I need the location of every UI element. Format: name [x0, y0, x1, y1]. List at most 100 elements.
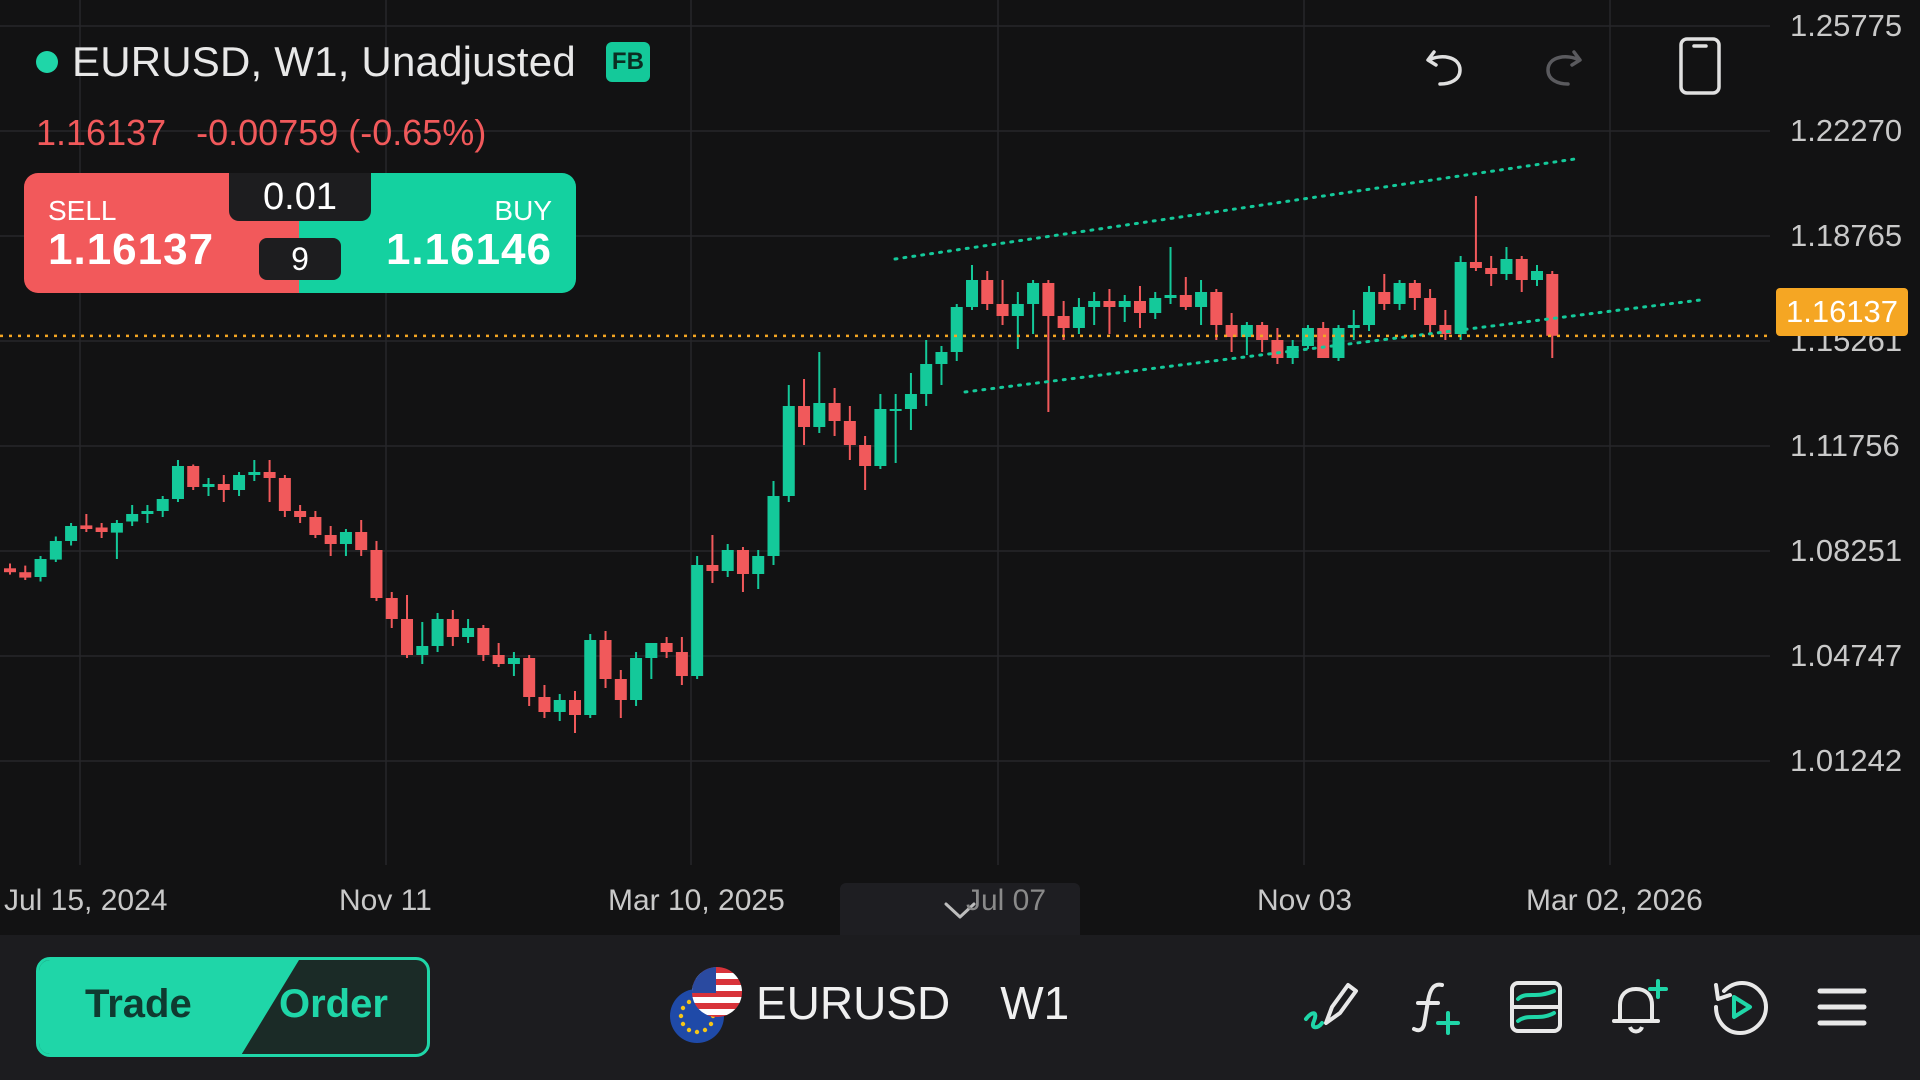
chart-area[interactable]: EURUSD, W1, Unadjusted FB 1.16137 -0.007…	[0, 0, 1920, 937]
currency-flags	[666, 965, 742, 1043]
replay-icon[interactable]	[1708, 975, 1772, 1039]
chart-settings-icon[interactable]	[1504, 975, 1568, 1039]
candle-body	[630, 658, 643, 700]
candle-body	[187, 466, 200, 487]
candle-body	[996, 304, 1009, 316]
candle-body	[1500, 259, 1513, 274]
candle-body	[156, 499, 169, 511]
live-status-dot	[36, 51, 58, 73]
candle-body	[1317, 328, 1330, 358]
redo-icon[interactable]	[1534, 36, 1594, 96]
candle-body	[1088, 301, 1101, 307]
candle-body	[248, 472, 261, 475]
candle-body	[233, 475, 246, 490]
bottom-toolbar: Trade Order EURUSD W1	[0, 935, 1920, 1080]
alert-bell-icon[interactable]	[1606, 975, 1670, 1039]
time-axis-label: Jul 15, 2024	[4, 884, 168, 917]
spread-value: 9	[259, 238, 341, 280]
candle-body	[416, 646, 429, 655]
candle-body	[1393, 283, 1406, 304]
time-axis-label: Mar 10, 2025	[608, 884, 785, 917]
drawing-tools-icon[interactable]	[1300, 975, 1364, 1039]
order-tab-label[interactable]: Order	[279, 982, 388, 1027]
candle-body	[645, 643, 658, 658]
candle-body	[568, 700, 581, 715]
price-axis-label: 1.18765	[1790, 218, 1903, 253]
candle-body	[1027, 283, 1040, 304]
candle-body	[1072, 307, 1085, 328]
candle-body	[309, 517, 322, 535]
candle-body	[614, 679, 627, 700]
candle-body	[1531, 271, 1543, 280]
candle-body	[141, 511, 154, 514]
lot-size-input[interactable]: 0.01	[229, 173, 371, 221]
candle-body	[675, 652, 688, 676]
candle-body	[492, 655, 505, 664]
candle-body	[920, 364, 933, 394]
indicators-icon[interactable]	[1404, 975, 1468, 1039]
candle-body	[278, 478, 291, 511]
candle-body	[1011, 304, 1024, 316]
candle-body	[49, 541, 62, 560]
price-axis-label: 1.11756	[1790, 428, 1900, 463]
candle-body	[843, 421, 856, 445]
candle-body	[339, 532, 352, 544]
sell-price: 1.16137	[48, 225, 215, 274]
price-change: -0.00759 (-0.65%)	[196, 112, 487, 153]
candle-body	[538, 697, 551, 712]
candle-body	[1332, 328, 1345, 358]
price-axis-label: 1.22270	[1790, 113, 1903, 148]
candle-body	[553, 700, 566, 712]
candle-body	[1256, 325, 1269, 340]
candle-body	[65, 526, 78, 541]
candle-body	[370, 550, 383, 598]
candle-body	[217, 484, 230, 490]
device-orientation-icon[interactable]	[1670, 36, 1730, 96]
candle-body	[202, 484, 215, 487]
candle-body	[1515, 259, 1528, 280]
us-flag-icon	[692, 967, 742, 1017]
candle-body	[1118, 301, 1131, 307]
candle-body	[1149, 298, 1162, 313]
candle-body	[19, 572, 32, 578]
candle-body	[1210, 292, 1223, 325]
candle-body	[171, 466, 184, 499]
candle-body	[767, 496, 780, 556]
candle-body	[431, 619, 444, 646]
candle-body	[1195, 292, 1208, 307]
trade-order-toggle[interactable]: Trade Order	[36, 957, 430, 1057]
sell-label: SELL	[48, 195, 117, 226]
last-price: 1.16137	[36, 112, 167, 153]
undo-icon[interactable]	[1414, 36, 1474, 96]
candle-body	[1103, 301, 1116, 307]
candle-body	[523, 658, 536, 697]
candle-body	[889, 409, 902, 411]
candle-body	[126, 514, 139, 522]
candle-body	[798, 406, 811, 427]
price-axis-label: 1.01242	[1790, 743, 1903, 778]
symbol-selector[interactable]: EURUSD W1	[666, 965, 1069, 1043]
time-axis-label: Nov 03	[1257, 884, 1353, 917]
candle-body	[1363, 292, 1376, 325]
candle-body	[1057, 316, 1070, 328]
candle-body	[1179, 295, 1192, 307]
candle-body	[80, 525, 93, 529]
price-axis-label: 1.04747	[1790, 638, 1903, 673]
menu-icon[interactable]	[1810, 975, 1874, 1039]
time-axis-label: Jul 07	[966, 884, 1047, 917]
candle-body	[1408, 283, 1421, 298]
candle-body	[859, 445, 872, 466]
candle-body	[1042, 283, 1055, 316]
price-axis-label: 1.08251	[1790, 533, 1903, 568]
candle-body	[935, 352, 948, 364]
time-axis-label: Mar 02, 2026	[1526, 884, 1703, 917]
candle-body	[813, 403, 826, 427]
candle-body	[828, 403, 841, 421]
timeframe-selector[interactable]: W1	[1000, 976, 1069, 1030]
symbol-name: EURUSD	[756, 977, 951, 1029]
candle-body	[34, 559, 47, 577]
candle-body	[660, 643, 673, 652]
fb-badge[interactable]: FB	[605, 42, 650, 82]
trade-widget: SELL 1.16137 BUY 1.16146 0.01 9	[24, 173, 576, 293]
current-price-tag: 1.16137	[1776, 288, 1908, 336]
